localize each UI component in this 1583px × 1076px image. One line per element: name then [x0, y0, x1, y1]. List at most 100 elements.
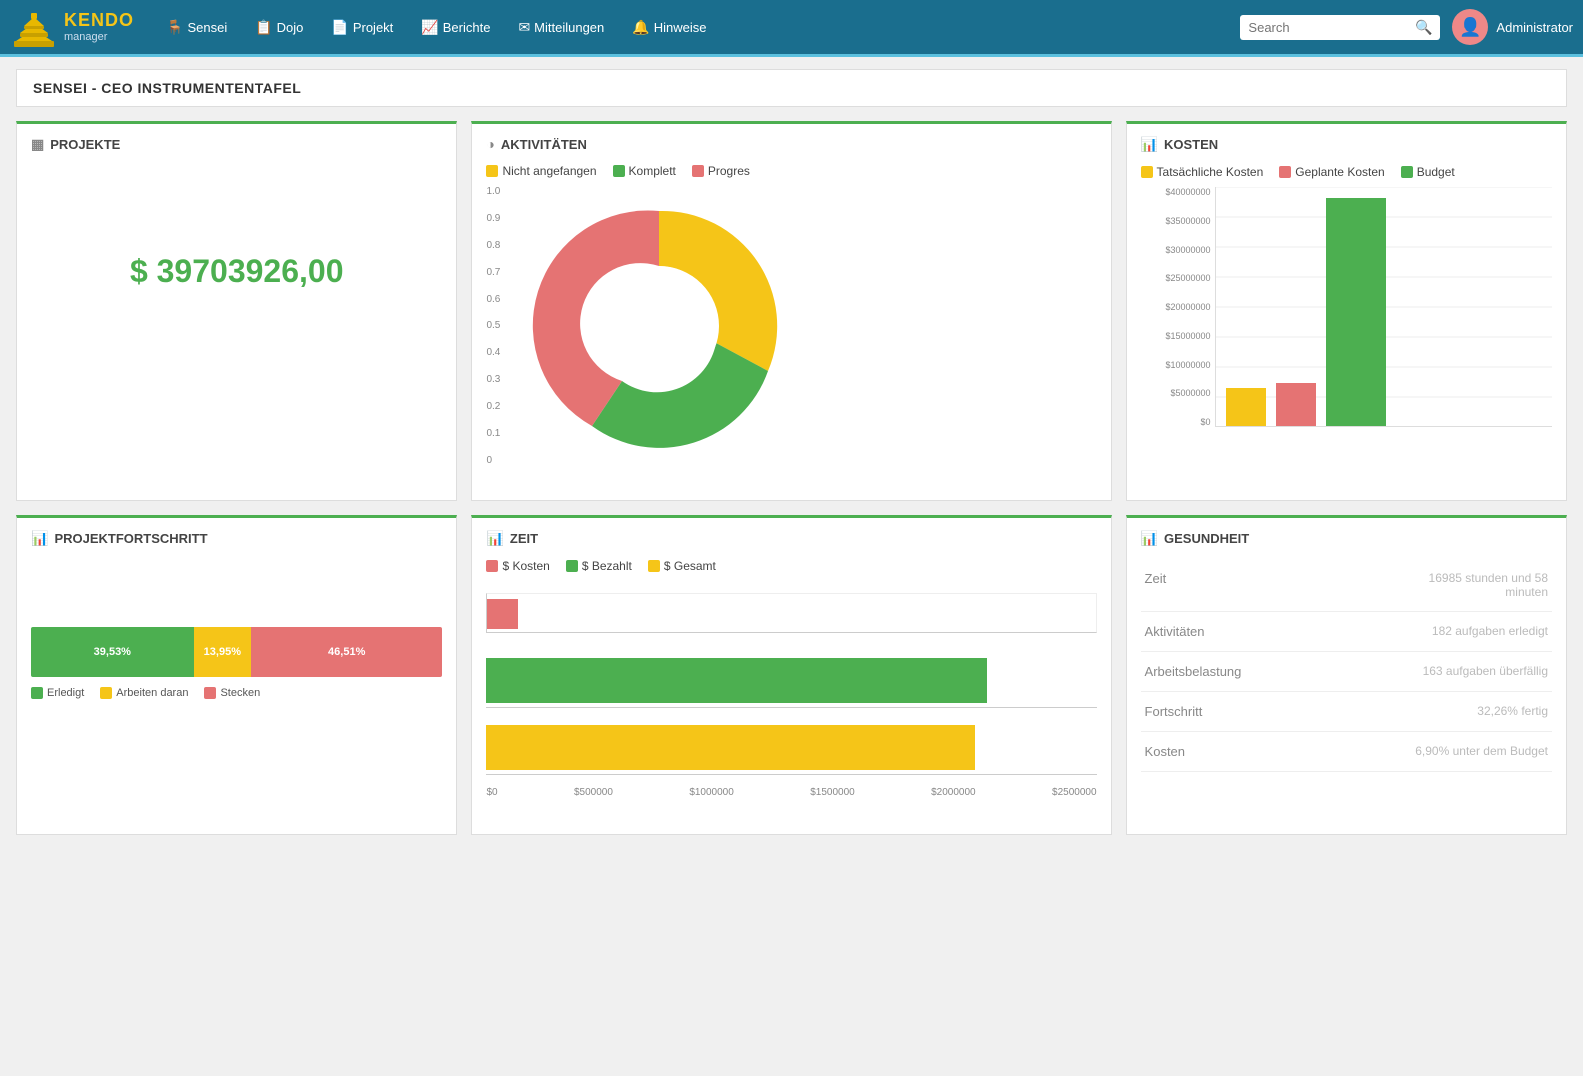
berichte-icon: 📈 — [421, 19, 438, 36]
nav-sensei[interactable]: 🪑 Sensei — [154, 13, 239, 42]
legend-bezahlt: $ Bezahlt — [566, 559, 632, 573]
main-content: SENSEI - CEO INSTRUMENTENTAFEL ▦ PROJEKT… — [0, 57, 1583, 861]
legend-dot-gesamt — [648, 560, 660, 572]
legend-dot-stecken — [204, 687, 216, 699]
kosten-legend: Tatsächliche Kosten Geplante Kosten Budg… — [1141, 165, 1552, 179]
navbar: KENDO manager 🪑 Sensei 📋 Dojo 📄 Projekt … — [0, 0, 1583, 54]
gesundheit-rows: Zeit 16985 stunden und 58 minuten Aktivi… — [1141, 559, 1552, 772]
gesundheit-row-aktivitaeten: Aktivitäten 182 aufgaben erledigt — [1141, 612, 1552, 652]
zeit-chart-area: $0 $500000 $1000000 $1500000 $2000000 $2… — [486, 593, 1096, 798]
gesundheit-title: 📊 GESUNDHEIT — [1141, 530, 1552, 547]
projektfortschritt-title: 📊 PROJEKTFORTSCHRITT — [31, 530, 442, 547]
legend-dot-nicht-angefangen — [486, 165, 498, 177]
avatar: 👤 — [1452, 9, 1488, 45]
aktivitaeten-card: ◑ AKTIVITÄTEN Nicht angefangen Komplett … — [471, 121, 1111, 501]
search-area[interactable]: 🔍 — [1240, 15, 1440, 40]
legend-progres: Progres — [692, 164, 750, 178]
projekt-icon: 📄 — [331, 19, 348, 36]
kosten-chart-area: $40000000 $35000000 $30000000 $25000000 … — [1141, 187, 1552, 427]
nav-user[interactable]: 👤 Administrator — [1452, 9, 1573, 45]
aktivitaeten-legend: Nicht angefangen Komplett Progres — [486, 164, 1096, 178]
gesundheit-icon: 📊 — [1141, 530, 1158, 547]
legend-dot-geplant — [1279, 166, 1291, 178]
page-title: SENSEI - CEO INSTRUMENTENTAFEL — [16, 69, 1567, 107]
progress-legend: Erledigt Arbeiten daran Stecken — [31, 687, 442, 699]
bar-budget — [1326, 198, 1386, 426]
projekte-card: ▦ PROJEKTE $ 39703926,00 — [16, 121, 457, 501]
bar-geplant — [1276, 383, 1316, 426]
legend-budget: Budget — [1401, 165, 1455, 179]
legend-dot-budget — [1401, 166, 1413, 178]
progress-bar-container: 39,53% 13,95% 46,51% Erledigt — [31, 627, 442, 699]
legend-nicht-angefangen: Nicht angefangen — [486, 164, 596, 178]
search-button[interactable]: 🔍 — [1415, 19, 1432, 36]
nav-berichte[interactable]: 📈 Berichte — [409, 13, 502, 42]
zeit-title: 📊 ZEIT — [486, 530, 1096, 547]
nav-hinweise[interactable]: 🔔 Hinweise — [620, 13, 718, 42]
search-input[interactable] — [1248, 20, 1415, 35]
kosten-title: 📊 KOSTEN — [1141, 136, 1552, 153]
dojo-icon: 📋 — [255, 19, 272, 36]
zeit-bar-bezahlt-row — [486, 653, 1096, 708]
zeit-bar-kosten-row — [486, 593, 1096, 633]
projekte-value: $ 39703926,00 — [31, 253, 442, 290]
kosten-y-axis: $40000000 $35000000 $30000000 $25000000 … — [1141, 187, 1211, 427]
logo-manager: manager — [64, 31, 134, 43]
logo-icon — [10, 3, 58, 51]
zeit-bar-bezahlt-bg — [486, 653, 1096, 708]
projektfortschritt-card: 📊 PROJEKTFORTSCHRITT 39,53% 13,95% 46,51… — [16, 515, 457, 835]
segment-erledigt: 39,53% — [31, 627, 194, 677]
projekte-icon: ▦ — [31, 136, 44, 153]
zeit-bar-gesamt-row — [486, 720, 1096, 775]
aktivitaeten-title: ◑ AKTIVITÄTEN — [486, 136, 1096, 152]
gesundheit-row-kosten: Kosten 6,90% unter dem Budget — [1141, 732, 1552, 772]
nav-mitteilungen[interactable]: ✉ Mitteilungen — [506, 13, 616, 42]
legend-arbeiten: Arbeiten daran — [100, 687, 188, 699]
zeit-bar-kosten-bg — [486, 593, 1096, 633]
nav-dojo[interactable]: 📋 Dojo — [243, 13, 315, 42]
gesundheit-row-zeit: Zeit 16985 stunden und 58 minuten — [1141, 559, 1552, 612]
legend-tatsaechlich: Tatsächliche Kosten — [1141, 165, 1264, 179]
logo-text: KENDO manager — [64, 11, 134, 43]
zeit-bar-gesamt — [486, 725, 974, 770]
sensei-icon: 🪑 — [166, 19, 183, 36]
bar-tatsaechlich — [1226, 388, 1266, 426]
nav-links: 🪑 Sensei 📋 Dojo 📄 Projekt 📈 Berichte ✉ M… — [154, 13, 1240, 42]
gesundheit-row-fortschritt: Fortschritt 32,26% fertig — [1141, 692, 1552, 732]
gesundheit-card: 📊 GESUNDHEIT Zeit 16985 stunden und 58 m… — [1126, 515, 1567, 835]
legend-dot-tatsaechlich — [1141, 166, 1153, 178]
legend-geplant: Geplante Kosten — [1279, 165, 1384, 179]
y-axis: 1.0 0.9 0.8 0.7 0.6 0.5 0.4 0.3 0.2 0.1 … — [486, 186, 500, 466]
projektfortschritt-icon: 📊 — [31, 530, 48, 547]
segment-arbeiten: 13,95% — [194, 627, 251, 677]
mitteilungen-icon: ✉ — [518, 19, 530, 36]
zeit-legend: $ Kosten $ Bezahlt $ Gesamt — [486, 559, 1096, 573]
logo[interactable]: KENDO manager — [10, 3, 134, 51]
zeit-x-axis: $0 $500000 $1000000 $1500000 $2000000 $2… — [486, 787, 1096, 798]
segment-stecken: 46,51% — [251, 627, 442, 677]
nav-projekt[interactable]: 📄 Projekt — [319, 13, 405, 42]
legend-dot-erledigt — [31, 687, 43, 699]
legend-komplett: Komplett — [613, 164, 676, 178]
donut-chart — [504, 186, 814, 466]
legend-erledigt: Erledigt — [31, 687, 84, 699]
legend-dot-progres — [692, 165, 704, 177]
aktivitaeten-chart-area: 1.0 0.9 0.8 0.7 0.6 0.5 0.4 0.3 0.2 0.1 … — [486, 186, 1096, 466]
aktivitaeten-icon: ◑ — [486, 136, 494, 152]
zeit-bar-bezahlt — [486, 658, 986, 703]
legend-dot-arbeiten — [100, 687, 112, 699]
legend-kosten-zeit: $ Kosten — [486, 559, 549, 573]
progress-bar: 39,53% 13,95% 46,51% — [31, 627, 442, 677]
kosten-card: 📊 KOSTEN Tatsächliche Kosten Geplante Ko… — [1126, 121, 1567, 501]
zeit-icon: 📊 — [486, 530, 503, 547]
projekte-title: ▦ PROJEKTE — [31, 136, 442, 153]
user-label: Administrator — [1496, 20, 1573, 35]
legend-dot-kosten-zeit — [486, 560, 498, 572]
legend-stecken: Stecken — [204, 687, 260, 699]
zeit-bar-kosten — [487, 599, 517, 629]
legend-dot-bezahlt — [566, 560, 578, 572]
zeit-card: 📊 ZEIT $ Kosten $ Bezahlt $ Gesamt — [471, 515, 1111, 835]
legend-gesamt: $ Gesamt — [648, 559, 716, 573]
kosten-bars — [1215, 187, 1552, 427]
logo-kendo: KENDO — [64, 11, 134, 31]
